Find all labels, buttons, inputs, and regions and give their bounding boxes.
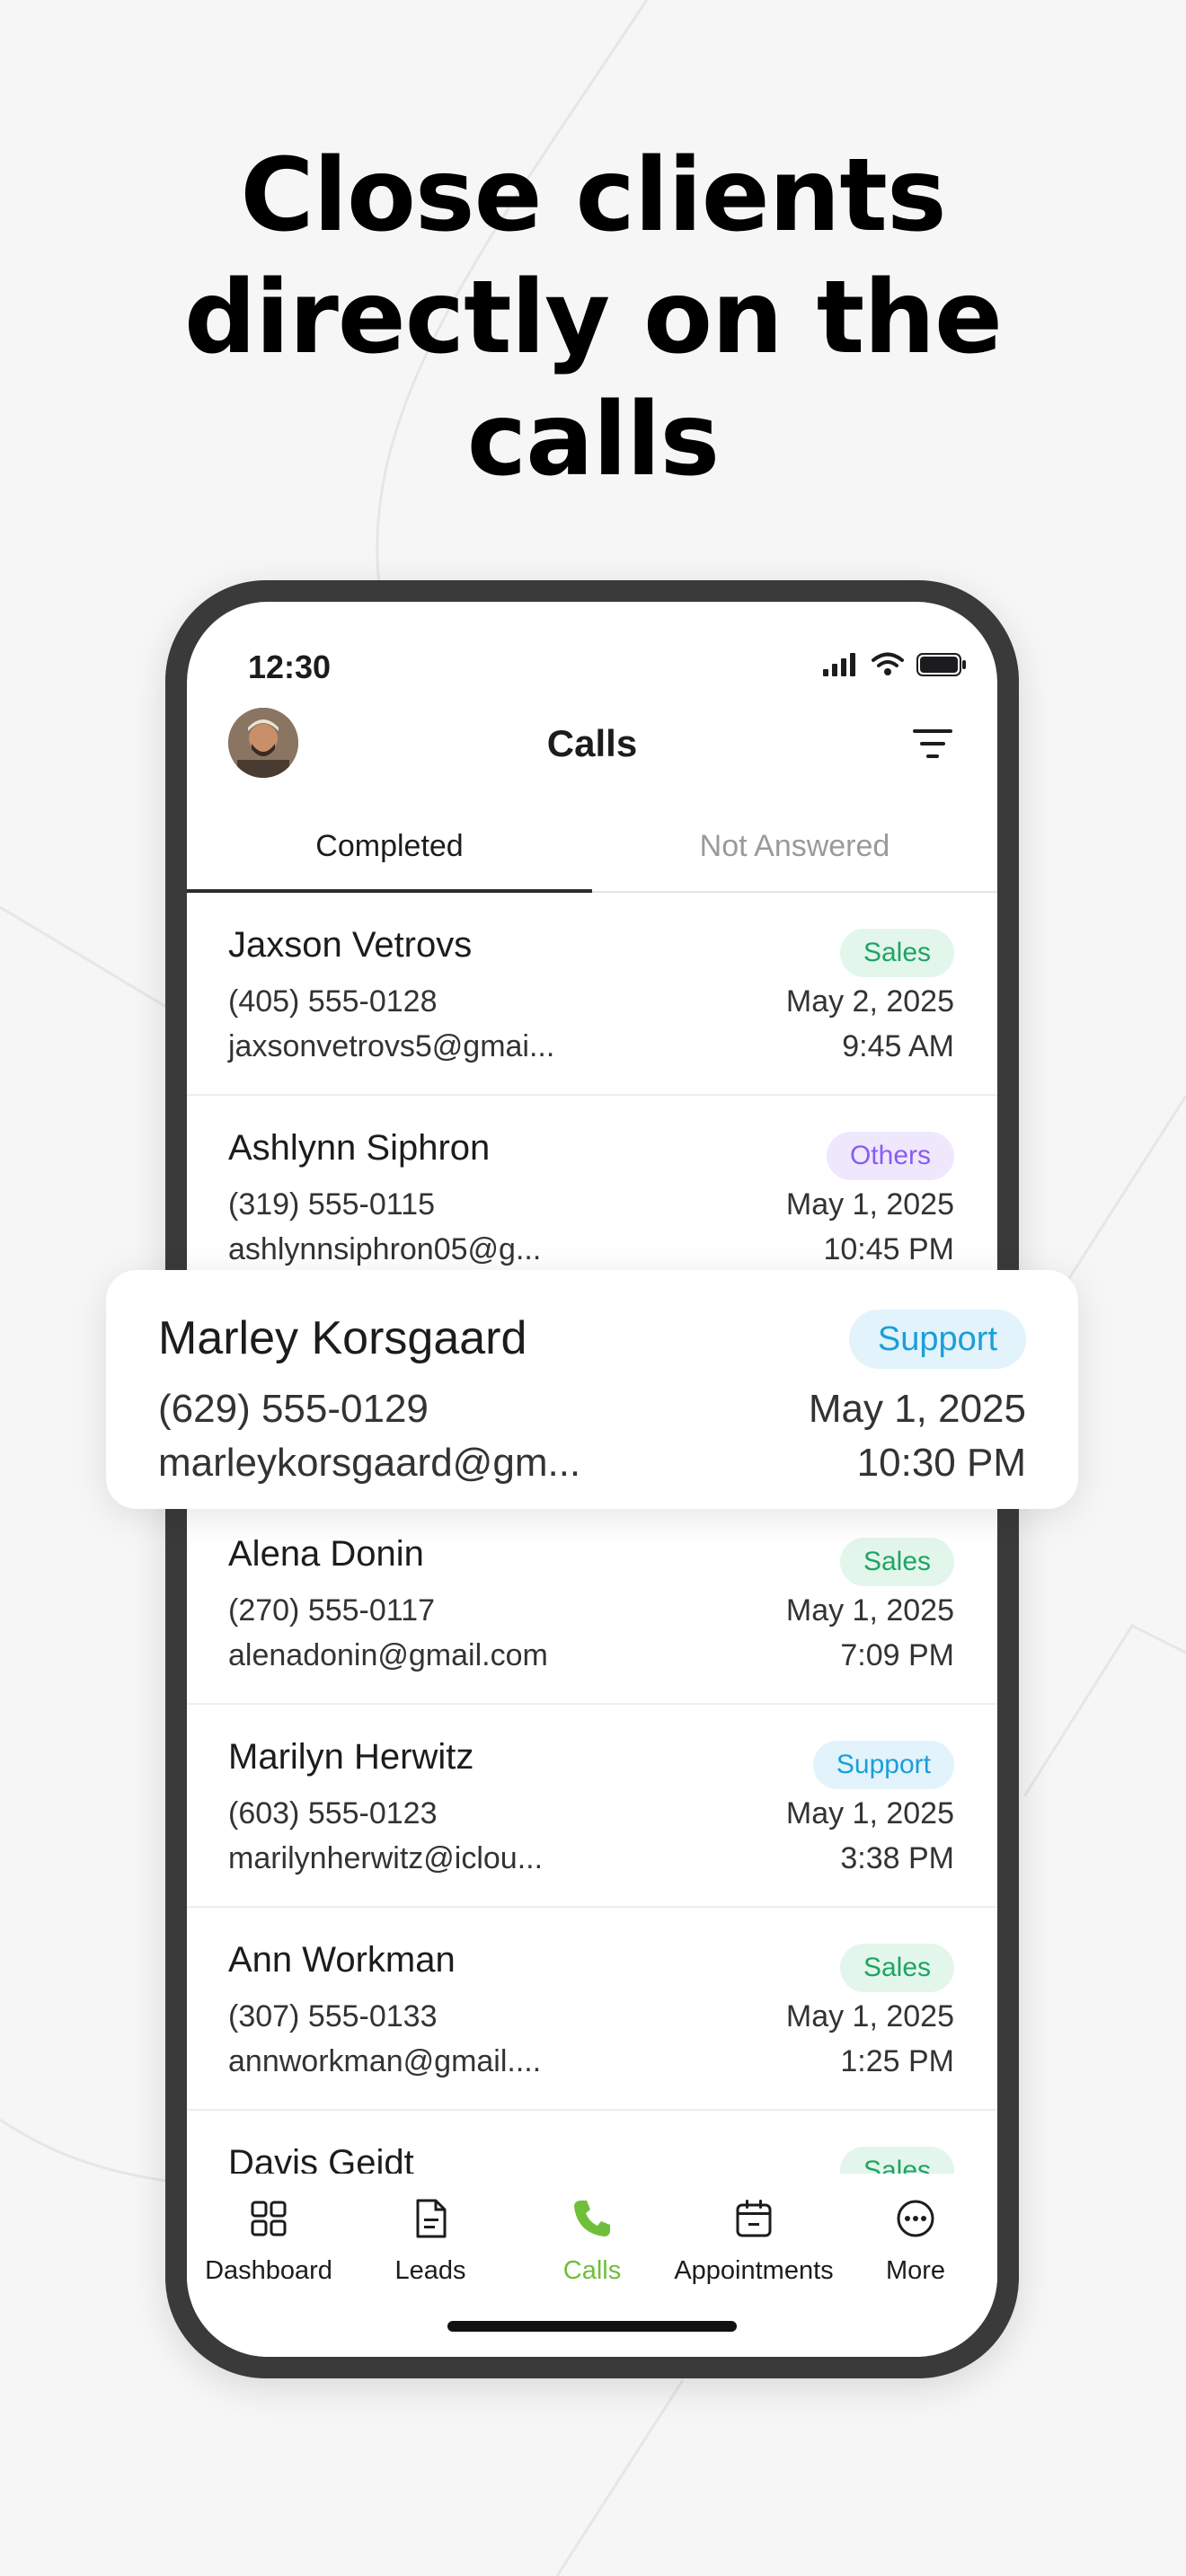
calls-list: Jaxson Vetrovs Sales (405) 555-0128 May … [187, 893, 997, 2314]
contact-phone: (405) 555-0128 [228, 984, 438, 1019]
call-date: May 1, 2025 [785, 1796, 954, 1831]
call-date: May 1, 2025 [785, 1593, 954, 1628]
phone-icon [574, 2201, 610, 2236]
contact-name: Ashlynn Siphron [228, 1128, 491, 1168]
battery-icon [916, 653, 966, 676]
contact-phone: (307) 555-0133 [228, 1999, 438, 2033]
calendar-icon [736, 2200, 772, 2237]
call-time: 1:25 PM [840, 2044, 954, 2078]
contact-name: Jaxson Vetrovs [228, 925, 473, 965]
more-icon [897, 2200, 934, 2237]
headline: Close clients directly on the calls [0, 135, 1186, 501]
headline-line-2: directly on the [184, 260, 1003, 376]
contact-email: marleykorsgaard@gm... [158, 1441, 581, 1485]
call-date: May 1, 2025 [808, 1387, 1026, 1431]
call-row[interactable]: Marilyn Herwitz Support (603) 555-0123 M… [187, 1705, 997, 1908]
contact-name: Ann Workman [228, 1940, 456, 1980]
headline-line-3: calls [466, 382, 720, 498]
highlighted-call-card[interactable]: Marley Korsgaard Support (629) 555-0129 … [106, 1270, 1078, 1509]
tag-badge: Sales [839, 929, 954, 977]
call-row[interactable]: Ashlynn Siphron Others (319) 555-0115 Ma… [187, 1096, 997, 1299]
contact-phone: (629) 555-0129 [158, 1387, 429, 1431]
contact-name: Marilyn Herwitz [228, 1737, 474, 1777]
headline-line-1: Close clients [240, 137, 946, 254]
filter-icon[interactable] [913, 728, 952, 760]
contact-name: Alena Donin [228, 1534, 424, 1574]
tag-badge: Sales [839, 1538, 954, 1586]
call-date: May 1, 2025 [785, 1999, 954, 2033]
grid-icon [251, 2201, 287, 2236]
nav-label: More [885, 2256, 946, 2285]
call-time: 3:38 PM [840, 1841, 954, 1875]
tab-completed[interactable]: Completed [187, 817, 592, 893]
call-time: 7:09 PM [840, 1638, 954, 1672]
call-time: 9:45 AM [842, 1029, 954, 1063]
tag-badge: Support [812, 1741, 954, 1789]
call-row[interactable]: Jaxson Vetrovs Sales (405) 555-0128 May … [187, 893, 997, 1096]
status-time: 12:30 [248, 648, 332, 685]
signal-icon [823, 653, 855, 676]
contact-name: Marley Korsgaard [158, 1312, 527, 1364]
call-row[interactable]: Ann Workman Sales (307) 555-0133 May 1, … [187, 1908, 997, 2111]
tag-badge: Others [826, 1132, 954, 1180]
contact-phone: (603) 555-0123 [228, 1796, 438, 1831]
contact-phone: (319) 555-0115 [228, 1187, 435, 1222]
document-icon [416, 2199, 447, 2238]
contact-email: annworkman@gmail.... [228, 2044, 542, 2078]
contact-email: marilynherwitz@iclou... [228, 1841, 544, 1875]
contact-email: alenadonin@gmail.com [228, 1638, 548, 1672]
call-time: 10:30 PM [856, 1441, 1026, 1485]
tag-badge: Sales [839, 1944, 954, 1992]
tab-bar: Completed Not Answered [187, 817, 997, 893]
home-indicator [447, 2321, 737, 2332]
contact-email: ashlynnsiphron05@g... [228, 1232, 542, 1266]
wifi-icon [872, 652, 904, 675]
status-icons [823, 652, 967, 677]
tag-badge: Support [848, 1310, 1026, 1369]
contact-phone: (270) 555-0117 [228, 1593, 435, 1628]
tab-not-answered[interactable]: Not Answered [592, 817, 997, 889]
call-time: 10:45 PM [823, 1232, 954, 1266]
call-row[interactable]: Alena Donin Sales (270) 555-0117 May 1, … [187, 1502, 997, 1705]
call-date: May 2, 2025 [785, 984, 954, 1019]
page-title: Calls [546, 722, 638, 764]
contact-email: jaxsonvetrovs5@gmai... [228, 1029, 555, 1063]
call-date: May 1, 2025 [785, 1187, 954, 1222]
